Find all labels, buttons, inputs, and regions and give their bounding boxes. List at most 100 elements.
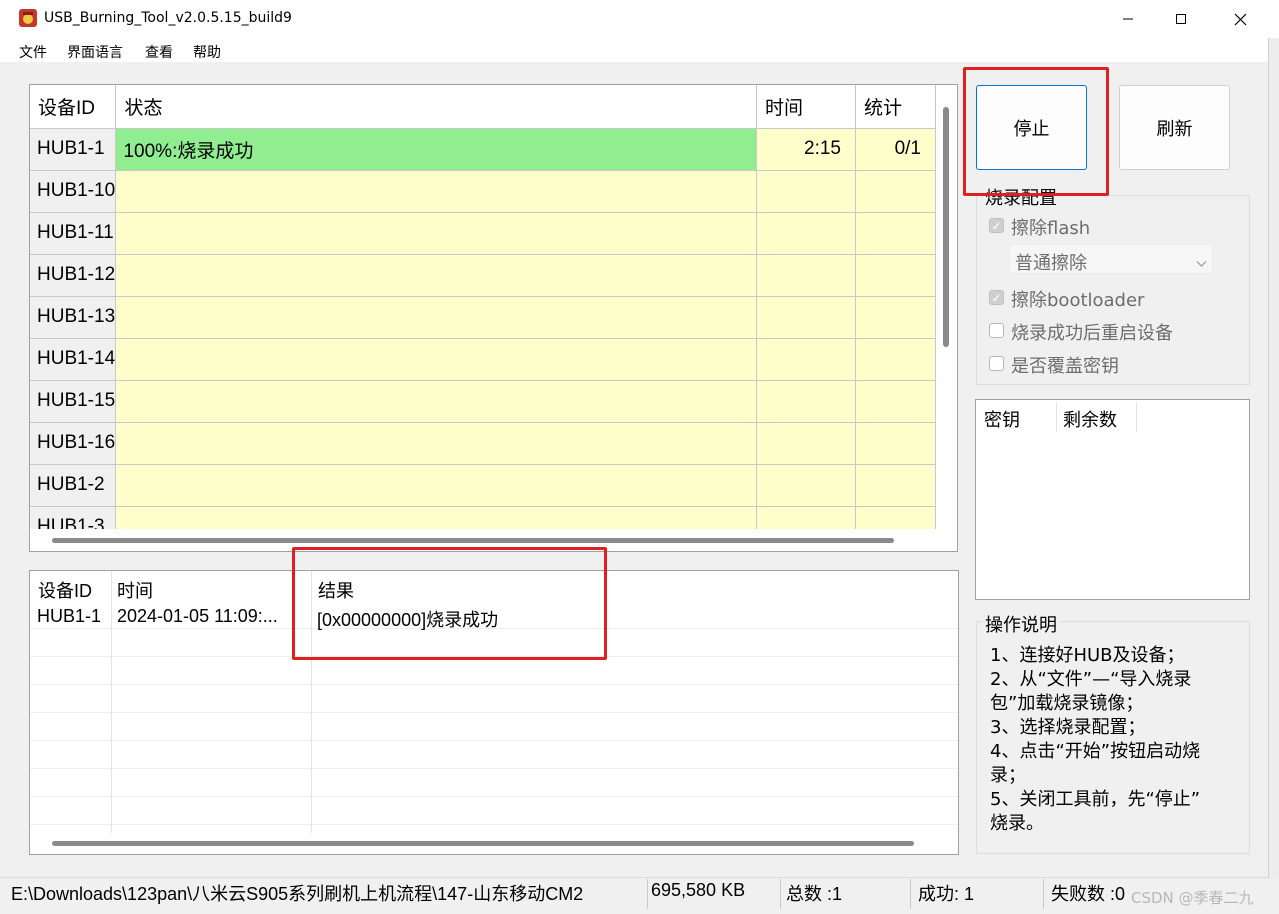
column-header-count[interactable]: 统计 <box>855 85 936 129</box>
time-cell <box>756 422 856 465</box>
log-header-time[interactable]: 时间 <box>117 577 153 603</box>
erase-bootloader-checkbox[interactable] <box>989 290 1004 305</box>
log-horizontal-scrollbar[interactable] <box>52 841 914 846</box>
erase-flash-label: 擦除flash <box>1011 218 1091 239</box>
status-fail: 失败数 :0 <box>1051 884 1126 904</box>
minimize-button[interactable] <box>1099 0 1157 38</box>
maximize-icon <box>1176 14 1186 24</box>
reboot-after-label: 烧录成功后重启设备 <box>1011 323 1173 344</box>
status-cell <box>115 380 758 423</box>
time-cell <box>756 254 856 297</box>
device-row[interactable]: HUB1-16 <box>30 422 936 465</box>
device-id-cell: HUB1-13 <box>30 296 117 339</box>
time-cell <box>756 170 856 213</box>
device-grid: 设备ID 状态 时间 统计 HUB1-1 100%:烧录成功 2:15 0/1 … <box>29 84 958 552</box>
device-grid-header: 设备ID 状态 时间 统计 <box>30 85 936 129</box>
device-row[interactable]: HUB1-12 <box>30 254 936 297</box>
menu-bar <box>0 38 1279 62</box>
watermark: CSDN @季春二九 <box>1131 889 1254 907</box>
device-id-cell: HUB1-3 <box>30 506 117 529</box>
key-column-divider <box>1136 402 1137 432</box>
erase-flash-checkbox[interactable] <box>989 218 1004 233</box>
device-row[interactable]: HUB1-1 100%:烧录成功 2:15 0/1 <box>30 128 936 171</box>
status-divider <box>647 879 648 909</box>
reboot-after-checkbox[interactable] <box>989 323 1004 338</box>
key-column-divider <box>1056 402 1057 432</box>
status-cell <box>115 338 758 381</box>
instruction-line: 2、从“文件”—“导入烧录 <box>990 669 1192 690</box>
device-id-cell: HUB1-15 <box>30 380 117 423</box>
count-cell <box>855 422 936 465</box>
device-grid-horizontal-scrollbar[interactable] <box>52 538 894 543</box>
count-cell <box>855 464 936 507</box>
device-row[interactable]: HUB1-13 <box>30 296 936 339</box>
count-cell <box>855 254 936 297</box>
device-table: 设备ID 状态 时间 统计 HUB1-1 100%:烧录成功 2:15 0/1 … <box>30 85 936 529</box>
status-success: 成功: 1 <box>918 884 975 904</box>
device-row[interactable]: HUB1-3 <box>30 506 936 529</box>
device-row[interactable]: HUB1-10 <box>30 170 936 213</box>
instruction-line: 4、点击“开始”按钮启动烧 <box>990 741 1201 762</box>
key-header-key[interactable]: 密钥 <box>984 406 1020 432</box>
menu-help[interactable]: 帮助 <box>193 42 221 62</box>
overwrite-key-label: 是否覆盖密钥 <box>1011 356 1119 377</box>
device-row[interactable]: HUB1-11 <box>30 212 936 255</box>
highlight-box-result <box>292 547 607 660</box>
count-cell <box>855 338 936 381</box>
instruction-line: 1、连接好HUB及设备； <box>990 645 1185 666</box>
instruction-line: 3、选择烧录配置； <box>990 717 1146 738</box>
erase-mode-value: 普通擦除 <box>1015 253 1087 274</box>
count-cell: 0/1 <box>855 128 936 171</box>
count-cell <box>855 170 936 213</box>
maximize-button[interactable] <box>1152 0 1210 38</box>
device-id-cell: HUB1-2 <box>30 464 117 507</box>
status-divider <box>1043 879 1044 909</box>
key-header-remaining[interactable]: 剩余数 <box>1063 406 1117 432</box>
window-title: USB_Burning_Tool_v2.0.5.15_build9 <box>44 10 292 26</box>
erase-bootloader-label: 擦除bootloader <box>1011 290 1145 311</box>
column-header-status[interactable]: 状态 <box>115 85 758 129</box>
count-cell <box>855 212 936 255</box>
column-header-device-id[interactable]: 设备ID <box>30 85 117 129</box>
chevron-down-icon <box>1196 253 1207 272</box>
instruction-line: 5、关闭工具前，先“停止” <box>990 789 1201 810</box>
menu-file[interactable]: 文件 <box>19 42 47 62</box>
device-row[interactable]: HUB1-2 <box>30 464 936 507</box>
instructions-title: 操作说明 <box>983 611 1059 637</box>
column-header-time[interactable]: 时间 <box>756 85 856 129</box>
device-row[interactable]: HUB1-14 <box>30 338 936 381</box>
status-cell <box>115 506 758 529</box>
time-cell <box>756 506 856 529</box>
menu-language[interactable]: 界面语言 <box>67 42 123 62</box>
time-cell: 2:15 <box>756 128 856 171</box>
count-cell <box>855 296 936 339</box>
log-row-time[interactable]: 2024-01-05 11:09:... <box>117 606 278 627</box>
time-cell <box>756 212 856 255</box>
status-divider <box>910 879 911 909</box>
time-cell <box>756 380 856 423</box>
status-file-path: E:\Downloads\123pan\八米云S905系列刷机上机流程\147-… <box>11 884 584 904</box>
overwrite-key-checkbox[interactable] <box>989 356 1004 371</box>
menu-view[interactable]: 查看 <box>145 42 173 62</box>
log-column-divider <box>111 571 112 833</box>
close-icon <box>1234 13 1246 25</box>
status-cell <box>115 464 758 507</box>
status-divider <box>780 879 781 909</box>
refresh-button[interactable]: 刷新 <box>1119 85 1230 170</box>
instruction-line: 包”加载烧录镜像； <box>990 693 1144 714</box>
desktop-edge <box>1268 38 1279 878</box>
device-row[interactable]: HUB1-15 <box>30 380 936 423</box>
status-file-size: 695,580 KB <box>651 880 746 900</box>
close-button[interactable] <box>1211 0 1269 38</box>
status-cell <box>115 422 758 465</box>
device-id-cell: HUB1-10 <box>30 170 117 213</box>
app-icon <box>19 9 37 27</box>
status-cell <box>115 212 758 255</box>
log-header-device-id[interactable]: 设备ID <box>38 577 92 603</box>
device-id-cell: HUB1-11 <box>30 212 117 255</box>
device-grid-vertical-scrollbar[interactable] <box>943 107 949 347</box>
status-cell <box>115 296 758 339</box>
log-row-device-id[interactable]: HUB1-1 <box>37 606 101 627</box>
time-cell <box>756 338 856 381</box>
status-cell <box>115 170 758 213</box>
